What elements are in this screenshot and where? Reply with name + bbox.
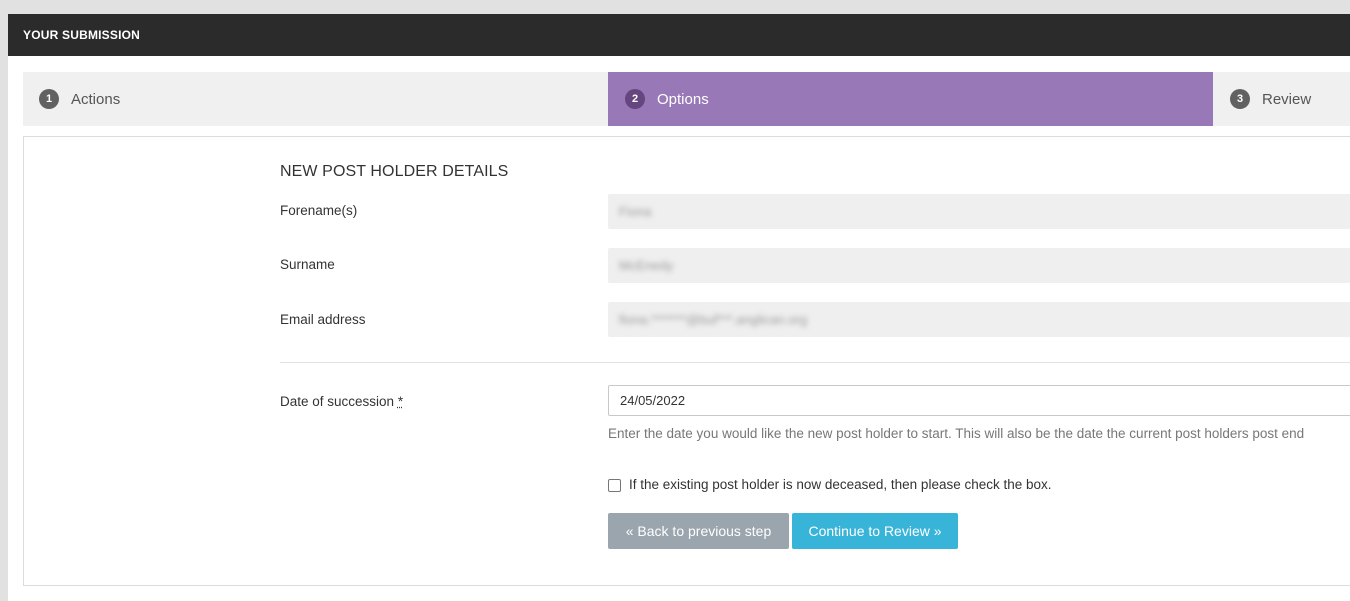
step-number-1: 1	[39, 89, 59, 109]
surname-field: McEnedy	[608, 248, 1350, 283]
panel-title: YOUR SUBMISSION	[23, 28, 141, 42]
step-number-3: 3	[1230, 89, 1250, 109]
continue-to-review-button[interactable]: Continue to Review »	[792, 513, 958, 549]
submission-panel: YOUR SUBMISSION 1 Actions 2 Options 3 Re…	[8, 14, 1350, 601]
email-field: fiona.*******@buf***.anglican.org	[608, 302, 1350, 337]
section-title: NEW POST HOLDER DETAILS	[280, 163, 509, 180]
forename-label: Forename(s)	[280, 203, 358, 218]
surname-value: McEnedy	[619, 258, 674, 273]
step-label: Actions	[71, 90, 121, 108]
back-button[interactable]: « Back to previous step	[608, 513, 789, 549]
surname-label: Surname	[280, 257, 335, 272]
step-options[interactable]: 2 Options	[608, 72, 1213, 126]
date-of-succession-input[interactable]	[608, 385, 1350, 416]
step-label: Options	[657, 90, 709, 108]
panel-header: YOUR SUBMISSION	[8, 14, 1350, 56]
date-label-text: Date of succession	[280, 394, 395, 409]
form-container: NEW POST HOLDER DETAILS Forename(s) Fion…	[23, 136, 1350, 586]
required-marker: *	[397, 394, 404, 409]
email-value: fiona.*******@buf***.anglican.org	[619, 312, 808, 327]
step-number-2: 2	[625, 89, 645, 109]
forename-value: Fiona	[619, 204, 652, 219]
date-of-succession-label: Date of succession *	[280, 394, 403, 409]
deceased-checkbox-label[interactable]: If the existing post holder is now decea…	[629, 477, 1052, 492]
divider	[280, 362, 1350, 363]
step-review[interactable]: 3 Review	[1213, 72, 1350, 126]
step-label: Review	[1262, 90, 1312, 108]
date-help-text: Enter the date you would like the new po…	[608, 426, 1305, 441]
wizard-steps: 1 Actions 2 Options 3 Review	[23, 72, 1350, 126]
step-actions[interactable]: 1 Actions	[23, 72, 608, 126]
forename-field: Fiona	[608, 194, 1350, 229]
deceased-checkbox[interactable]	[608, 479, 621, 492]
email-label: Email address	[280, 312, 366, 327]
